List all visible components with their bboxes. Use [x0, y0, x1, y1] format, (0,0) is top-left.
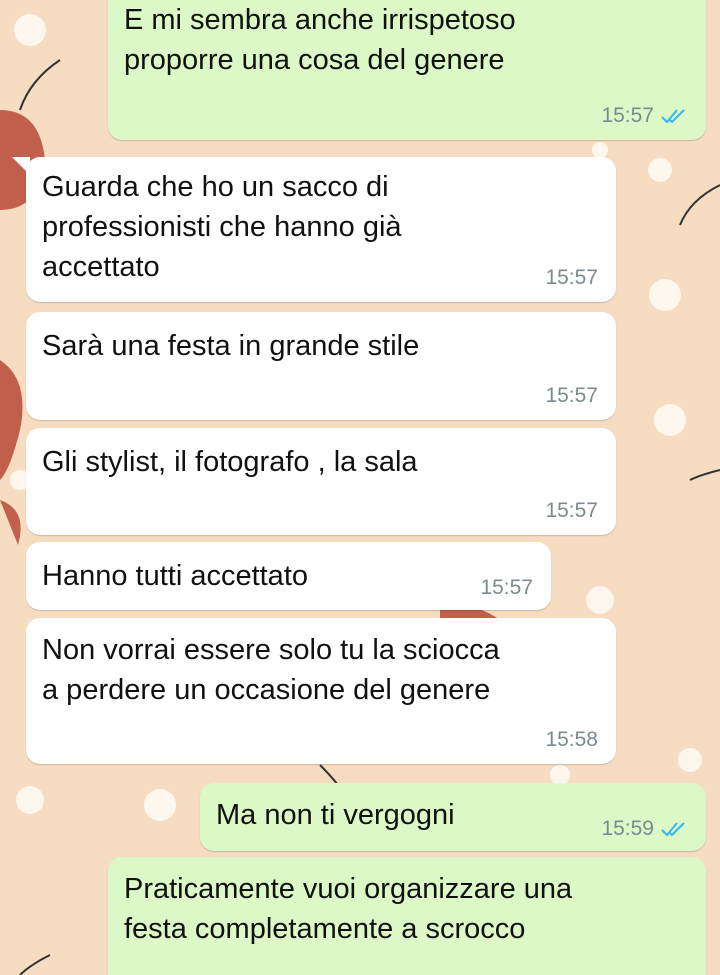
message-bubble-incoming[interactable]: Guarda che ho un sacco di professionisti…: [12, 157, 616, 302]
message-meta: 15:57: [545, 499, 598, 523]
message-time: 15:58: [545, 728, 598, 751]
message-bubble-outgoing[interactable]: Ma non ti vergogni 15:59: [200, 783, 706, 851]
message-bubble-incoming[interactable]: Sarà una festa in grande stile 15:57: [26, 312, 616, 420]
message-bubble-outgoing[interactable]: Praticamente vuoi organizzare una festa …: [108, 857, 706, 975]
message-meta: 15:57: [545, 266, 598, 290]
message-bubble-outgoing[interactable]: E mi sembra anche irrispetoso proporre u…: [108, 0, 706, 140]
message-text: Praticamente vuoi organizzare una festa …: [124, 873, 573, 945]
message-time: 15:57: [545, 266, 598, 289]
message-text: Gli stylist, il fotografo , la sala: [42, 446, 418, 478]
message-meta: 15:59: [601, 817, 688, 841]
message-text: Hanno tutti accettato: [42, 560, 308, 592]
message-time: 15:57: [545, 499, 598, 522]
double-check-read-icon: [661, 822, 685, 837]
message-meta: 15:57: [545, 384, 598, 408]
message-meta: 15:57: [601, 104, 688, 128]
message-time: 15:59: [601, 817, 654, 840]
message-bubble-incoming[interactable]: Gli stylist, il fotografo , la sala 15:5…: [26, 428, 616, 535]
message-meta: 15:57: [480, 576, 533, 600]
message-meta: 15:58: [545, 728, 598, 752]
message-bubble-incoming[interactable]: Hanno tutti accettato 15:57: [26, 542, 551, 610]
message-text: E mi sembra anche irrispetoso proporre u…: [124, 4, 516, 76]
message-text: Sarà una festa in grande stile: [42, 330, 420, 362]
message-bubble-incoming[interactable]: Non vorrai essere solo tu la sciocca a p…: [26, 618, 616, 764]
message-time: 15:57: [480, 576, 533, 599]
message-time: 15:57: [601, 104, 654, 127]
message-text: Guarda che ho un sacco di professionisti…: [42, 171, 402, 283]
message-time: 15:57: [545, 384, 598, 407]
message-list[interactable]: E mi sembra anche irrispetoso proporre u…: [0, 0, 720, 975]
double-check-read-icon: [661, 109, 685, 124]
message-text: Non vorrai essere solo tu la sciocca a p…: [42, 634, 500, 706]
bubble-tail: [12, 157, 30, 175]
